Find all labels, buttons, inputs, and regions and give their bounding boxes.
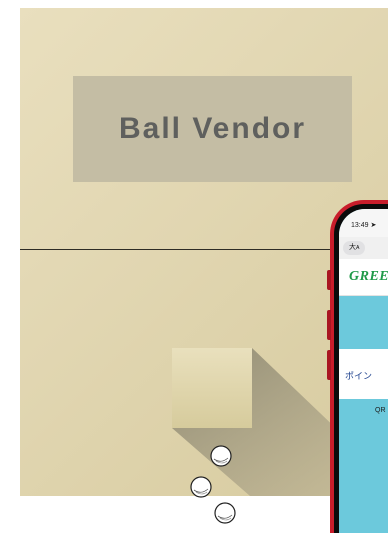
smartphone: 13:49 ➤ 大ᴀ GREE ポイン QR (327, 200, 388, 533)
screen: Ball Vendor 13:49 ➤ 大ᴀ GREE ポイン QR (0, 0, 388, 533)
status-time: 13:49 (351, 222, 369, 229)
phone-bezel: 13:49 ➤ 大ᴀ GREE ポイン QR (334, 204, 388, 533)
status-bar: 13:49 ➤ (339, 209, 388, 237)
qr-code-label: QR (375, 407, 386, 414)
golf-ball-icon (214, 502, 236, 524)
ball-output-slot[interactable] (172, 348, 252, 428)
phone-screen: 13:49 ➤ 大ᴀ GREE ポイン QR (339, 209, 388, 533)
golf-ball-icon (210, 445, 232, 467)
logo[interactable]: GREE (349, 269, 388, 285)
phone-volume-up-button (327, 310, 331, 340)
font-size-button[interactable]: 大ᴀ (343, 241, 366, 255)
golf-ball-icon (190, 476, 212, 498)
phone-side-button (327, 270, 331, 290)
points-card[interactable]: ポイン (339, 349, 388, 399)
app-header: GREE (339, 259, 388, 296)
browser-address-bar[interactable]: 大ᴀ (339, 237, 388, 259)
points-card-title: ポイン (345, 371, 373, 381)
location-arrow-icon: ➤ (370, 222, 377, 229)
phone-volume-down-button (327, 350, 331, 380)
